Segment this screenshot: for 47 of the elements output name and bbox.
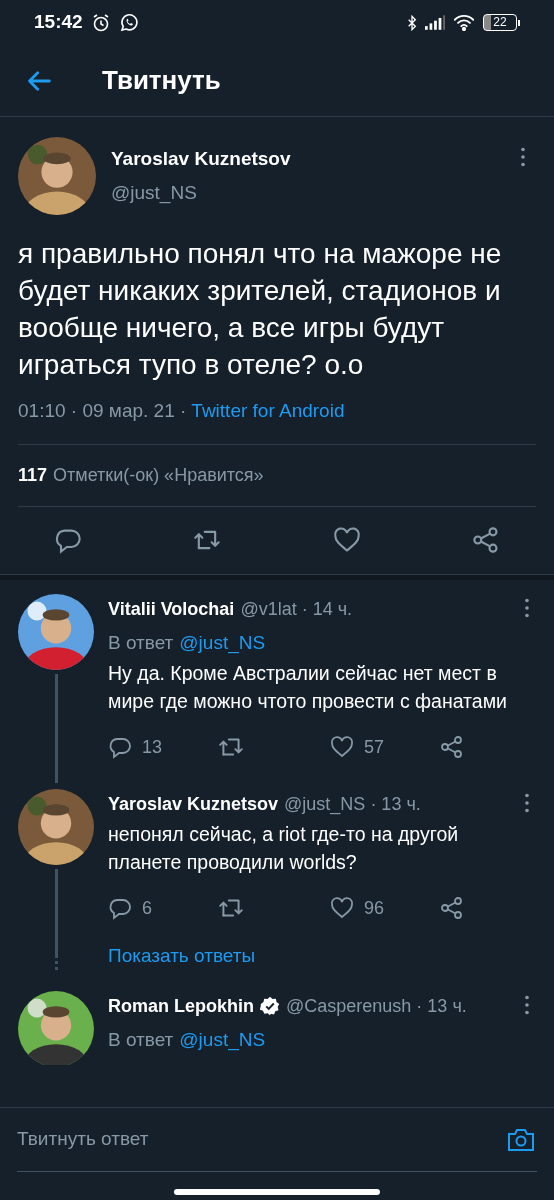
author-handle: @just_NS [111, 181, 198, 206]
tweet-date: 01:10 · 09 мар. 21 · [18, 399, 187, 423]
like-count: 96 [364, 896, 385, 920]
signal-icon [425, 15, 445, 30]
verified-badge-icon [260, 996, 280, 1016]
camera-icon[interactable] [507, 1127, 535, 1152]
like-icon[interactable] [330, 896, 354, 920]
reply-meta: @Casperenush · 13 ч. [286, 994, 467, 1018]
reply-meta: @v1lat · 14 ч. [240, 597, 353, 621]
more-options-icon[interactable] [524, 597, 530, 618]
share-icon[interactable] [440, 896, 464, 920]
likes-count: 117 [18, 463, 48, 487]
show-replies-link[interactable]: Показать ответы [108, 942, 536, 977]
reply-text: Ну да. Кроме Австралии сейчас нет мест в мире где можно чтото провести с фанатами [108, 661, 508, 714]
reply-meta: @just_NS · 13 ч. [284, 793, 421, 817]
thread-dots [54, 954, 58, 971]
share-icon[interactable] [472, 526, 500, 554]
tweet-text: я правильно понял что на мажоре не будет никаких зрителей, стадионов и вообще ничего, а все игры будут играться тупо в отеле? о.о [18, 237, 503, 382]
reply-input[interactable]: Твитнуть ответ [17, 1125, 417, 1154]
reply-count: 6 [142, 896, 152, 920]
like-count: 57 [364, 735, 385, 759]
author-name: Roman Lepokhin [108, 994, 254, 1018]
status-time: 15:42 [34, 10, 83, 35]
like-icon[interactable] [332, 526, 361, 554]
author-name: Yaroslav Kuznetsov [111, 146, 291, 171]
bluetooth-icon [407, 13, 417, 32]
reply-icon[interactable] [108, 896, 132, 920]
more-options-icon[interactable] [520, 147, 526, 167]
reply-text: непонял сейчас, а riot где-то на другой планете проводили worlds? [108, 822, 460, 875]
battery-icon: 22 [483, 14, 517, 31]
reply-count: 13 [142, 735, 163, 759]
author-name: Yaroslav Kuznetsov [108, 793, 279, 816]
reply-to-label: В ответ [108, 1027, 174, 1052]
likes-label: Отметки(-ок) «Нравится» [53, 463, 264, 487]
like-icon[interactable] [330, 735, 354, 759]
reply-to-label: В ответ [108, 630, 174, 655]
chat-icon [118, 12, 139, 33]
share-icon[interactable] [440, 735, 464, 759]
reply-icon[interactable] [108, 735, 132, 759]
wifi-icon [453, 14, 475, 31]
source-link[interactable]: Twitter for Android [191, 397, 345, 426]
page-title: Твитнуть [102, 64, 221, 97]
mention-link[interactable]: @just_NS [179, 628, 266, 657]
mention-link[interactable]: @just_NS [179, 1025, 266, 1054]
more-options-icon[interactable] [524, 994, 530, 1015]
more-options-icon[interactable] [524, 793, 530, 813]
author-name: Vitalii Volochai [108, 597, 235, 621]
